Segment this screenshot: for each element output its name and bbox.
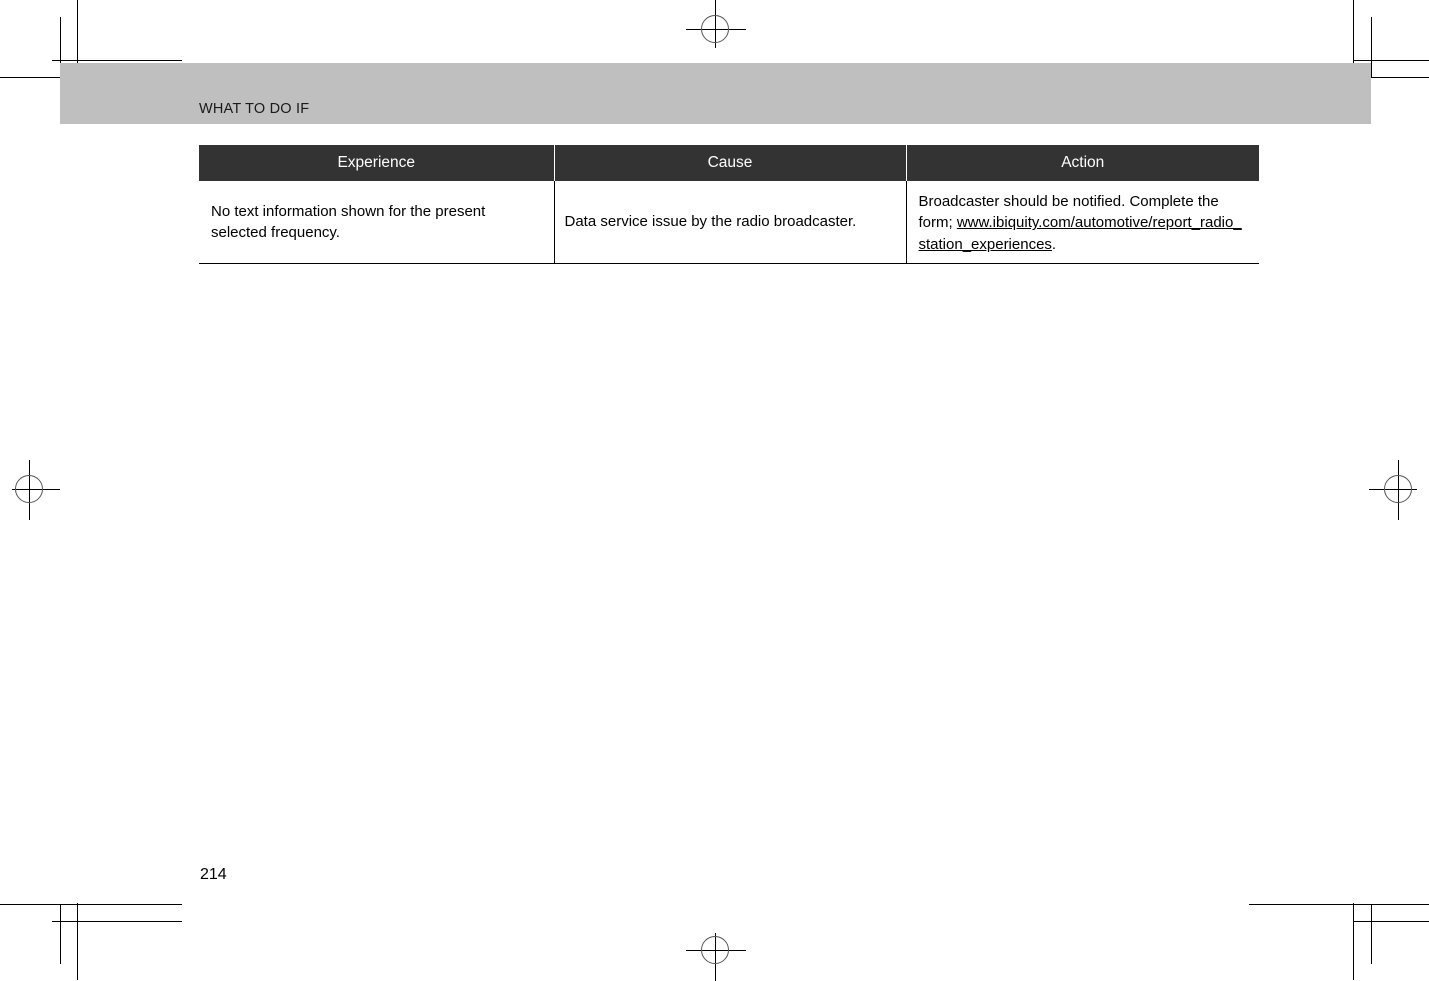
crop-mark-bottom-right-horizontal-outer [1249,904,1429,905]
crop-mark-bottom-right-horizontal-inner [1353,921,1429,922]
cell-cause: Data service issue by the radio broadcas… [554,181,907,264]
registration-mark-top-center [686,0,746,60]
printed-page: WHAT TO DO IF Experience Cause Action No… [0,0,1429,981]
table-body: No text information shown for the presen… [199,181,1259,264]
registration-circle [1384,475,1412,503]
table-row: No text information shown for the presen… [199,181,1259,264]
action-trailing-punctuation: . [1051,235,1057,253]
troubleshooting-table: Experience Cause Action No text informat… [199,145,1259,264]
registration-mark-bottom-center [686,921,746,981]
crop-mark-top-right-vertical-inner [1371,17,1372,77]
cell-action: Broadcaster should be notified. Complete… [906,181,1259,264]
page-number: 214 [200,866,227,883]
table-header: Experience Cause Action [199,145,1259,181]
crop-mark-bottom-right-vertical-outer [1353,903,1354,980]
crop-mark-bottom-left-horizontal-outer [0,904,182,905]
crop-mark-top-left-horizontal-inner [52,60,182,61]
column-header-experience: Experience [199,145,555,181]
registration-circle [701,15,729,43]
column-header-cause: Cause [554,145,907,181]
column-header-action: Action [906,145,1259,181]
registration-mark-left-middle [0,460,60,520]
crop-mark-bottom-left-horizontal-inner [52,921,182,922]
registration-circle [15,475,43,503]
registration-mark-right-middle [1369,460,1429,520]
chapter-header-title: WHAT TO DO IF [199,101,310,117]
registration-circle [701,936,729,964]
report-radio-station-experiences-link[interactable]: www.ibiquity.com/automotive/report_radio… [919,214,1242,252]
crop-mark-bottom-right-vertical-inner [1371,904,1372,964]
cell-experience: No text information shown for the presen… [199,181,555,264]
crop-mark-bottom-left-vertical-outer [77,903,78,980]
table-header-row: Experience Cause Action [199,145,1259,181]
crop-mark-top-right-horizontal-inner [1353,60,1429,61]
crop-mark-bottom-left-vertical-inner [60,904,61,964]
